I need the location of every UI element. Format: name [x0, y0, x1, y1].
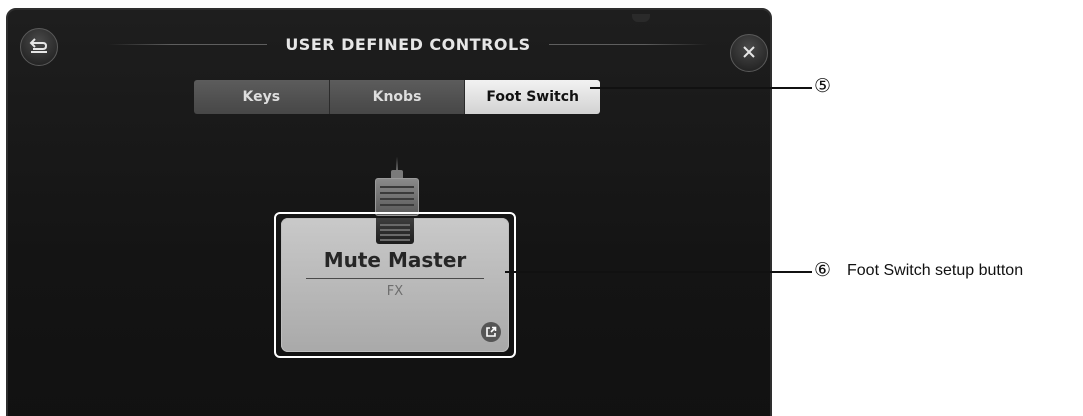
setup-divider — [306, 278, 484, 279]
return-icon — [29, 36, 49, 58]
title-divider-right — [548, 43, 709, 45]
assigned-function-category: FX — [386, 284, 404, 299]
foot-switch-pedal-icon — [375, 178, 419, 216]
assigned-function-name: Mute Master — [323, 248, 467, 272]
tab-keys[interactable]: Keys — [194, 80, 330, 114]
callout-6-number: ⑥ — [814, 259, 832, 281]
tab-knobs[interactable]: Knobs — [329, 80, 466, 114]
screen-notch — [632, 14, 650, 22]
pedal-base-icon — [376, 218, 414, 244]
callout-5-leader — [590, 87, 812, 89]
manual-figure: USER DEFINED CONTROLS Keys Knobs Foot Sw… — [0, 0, 1083, 416]
close-button[interactable] — [730, 34, 768, 72]
foot-switch-setup-button[interactable]: Mute Master FX — [281, 218, 509, 352]
device-screen: USER DEFINED CONTROLS Keys Knobs Foot Sw… — [6, 8, 772, 416]
callout-6-leader — [505, 271, 812, 273]
title-divider-left — [108, 43, 268, 45]
tab-foot-switch[interactable]: Foot Switch — [465, 80, 600, 114]
callout-6-label: Foot Switch setup button — [847, 262, 1024, 279]
back-button[interactable] — [20, 28, 58, 66]
title-bar: USER DEFINED CONTROLS — [108, 32, 709, 56]
close-icon — [742, 44, 756, 63]
tab-bar: Keys Knobs Foot Switch — [194, 80, 600, 114]
callout-5-number: ⑤ — [814, 75, 832, 97]
external-edit-icon — [481, 322, 501, 342]
pedal-plug — [391, 170, 403, 178]
page-title: USER DEFINED CONTROLS — [285, 34, 531, 54]
